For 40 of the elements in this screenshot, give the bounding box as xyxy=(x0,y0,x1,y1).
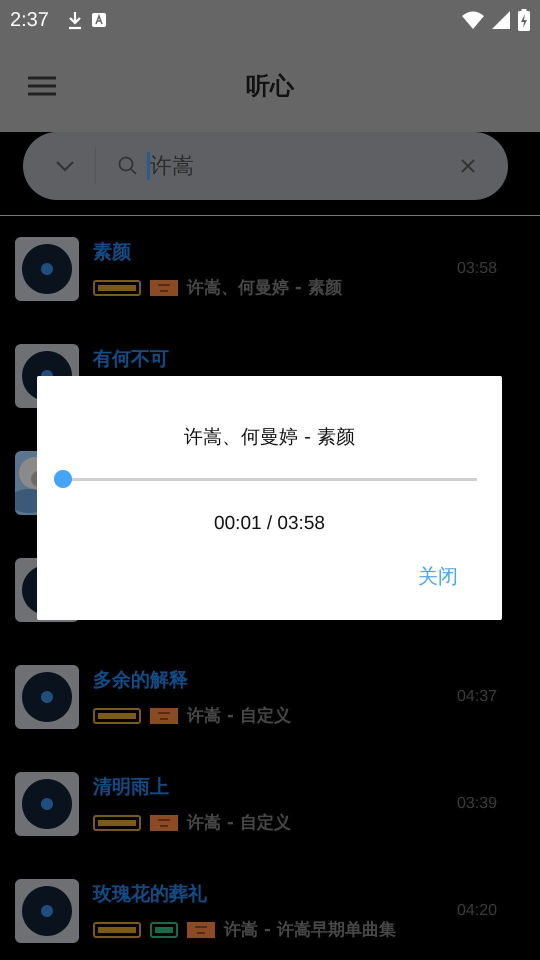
quality-badge-icon xyxy=(150,280,178,296)
quality-badge-icon xyxy=(93,708,141,724)
quality-badge-icon xyxy=(93,280,141,296)
song-duration: 03:39 xyxy=(456,795,497,813)
quality-badge-icon xyxy=(150,814,178,830)
battery-icon xyxy=(518,9,530,31)
song-artist: 许嵩 - 自定义 xyxy=(187,812,291,834)
song-title: 清明雨上 xyxy=(93,776,170,798)
font-icon xyxy=(90,12,107,28)
signal-icon xyxy=(492,11,510,29)
quality-badge-icon xyxy=(150,708,178,724)
search-text: 许嵩 xyxy=(150,153,194,181)
song-artist: 许嵩 - 许嵩早期单曲集 xyxy=(224,919,396,941)
song-title: 多余的解释 xyxy=(93,669,189,691)
search-icon xyxy=(118,156,138,176)
song-artist: 许嵩、何曼婷 - 素颜 xyxy=(187,277,342,299)
wifi-icon xyxy=(462,11,484,29)
song-title: 玫瑰花的葬礼 xyxy=(93,883,208,905)
menu-icon[interactable] xyxy=(28,76,56,96)
close-icon[interactable] xyxy=(460,158,476,174)
song-title: 素颜 xyxy=(93,241,132,263)
search-field[interactable]: 许嵩 xyxy=(23,132,508,200)
song-duration: 04:37 xyxy=(456,688,497,706)
quality-badge-icon xyxy=(150,922,178,938)
quality-badge-icon xyxy=(93,814,141,830)
song-artist: 许嵩 - 自定义 xyxy=(187,705,291,727)
song-title: 有何不可 xyxy=(93,348,170,370)
text-cursor xyxy=(147,152,150,180)
chevron-down-icon[interactable] xyxy=(55,160,75,172)
dialog-title: 许嵩、何曼婷 - 素颜 xyxy=(184,425,355,450)
song-duration: 04:20 xyxy=(456,902,497,920)
song-duration: 03:58 xyxy=(456,260,497,278)
status-time: 2:37 xyxy=(10,8,49,32)
app-title: 听心 xyxy=(246,71,294,102)
download-icon xyxy=(66,10,83,30)
slider-thumb[interactable] xyxy=(54,470,72,488)
playback-time: 00:01 / 03:58 xyxy=(214,513,325,535)
quality-badge-icon xyxy=(187,922,215,938)
close-button[interactable]: 关闭 xyxy=(406,557,470,596)
quality-badge-icon xyxy=(93,922,141,938)
